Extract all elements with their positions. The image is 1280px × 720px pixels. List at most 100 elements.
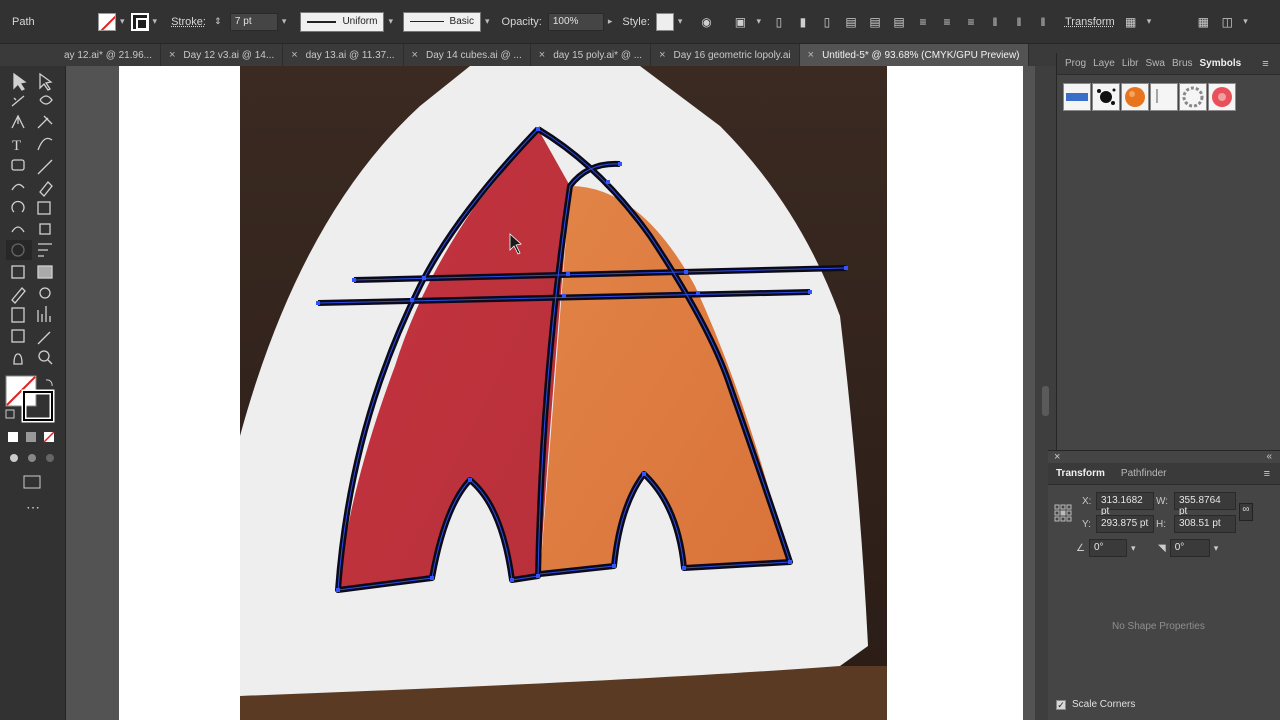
tab-label: day 13.ai @ 11.37... <box>305 49 395 61</box>
chevron-down-icon[interactable]: ▾ <box>1131 543 1136 554</box>
tab-layers[interactable]: Laye <box>1093 58 1115 69</box>
workspace-icon[interactable]: ◫ <box>1219 15 1235 29</box>
transform-link[interactable]: Transform <box>1065 16 1115 28</box>
distribute-vcenter-icon[interactable]: ≡ <box>939 15 955 29</box>
document-tab[interactable]: × Day 12 v3.ai @ 14... <box>161 44 284 66</box>
opacity-field[interactable]: 100% <box>547 12 604 31</box>
mesh-tool-icon <box>11 265 25 279</box>
symbol-cursor-text[interactable] <box>1150 83 1178 111</box>
scale-corners-checkbox[interactable]: ✓ <box>1056 699 1066 710</box>
chevron-down-icon[interactable]: ▾ <box>1214 543 1219 554</box>
isolate-icon[interactable]: ▦ <box>1123 15 1139 29</box>
rotate-tool-icon <box>11 200 25 213</box>
symbol-blue-banner[interactable] <box>1063 83 1091 111</box>
close-icon[interactable]: × <box>291 49 297 61</box>
stroke-weight-field[interactable]: 7 pt <box>229 12 278 31</box>
stroke-weight-value: 7 pt <box>234 16 252 27</box>
document-tab[interactable]: × Day 14 cubes.ai @ ... <box>404 44 531 66</box>
variable-width-profile[interactable]: Uniform <box>300 11 385 32</box>
symbol-gear-ring[interactable] <box>1179 83 1207 111</box>
tab-swatches[interactable]: Swa <box>1146 58 1165 69</box>
tab-symbols[interactable]: Symbols <box>1200 58 1242 69</box>
stroke-swatch[interactable] <box>130 12 149 31</box>
tab-brushes[interactable]: Brus <box>1172 58 1193 69</box>
w-field[interactable]: 355.8764 pt <box>1174 492 1236 517</box>
scale-corners-label: Scale Corners <box>1072 699 1136 710</box>
graphic-style-swatch[interactable] <box>655 12 674 31</box>
close-icon[interactable]: × <box>808 49 814 61</box>
document-tab[interactable]: × day 13.ai @ 11.37... <box>283 44 404 66</box>
tab-libraries[interactable]: Libr <box>1122 58 1139 69</box>
chevron-right-icon[interactable]: ▸ <box>608 16 613 27</box>
collapse-icon[interactable]: « <box>1266 451 1272 462</box>
opacity-label[interactable]: Opacity: <box>502 16 542 28</box>
distribute-right-icon[interactable]: ‖ <box>1035 15 1051 29</box>
tab-transform[interactable]: Transform <box>1056 468 1105 479</box>
chevron-down-icon[interactable]: ▾ <box>1147 16 1152 27</box>
scale-tool-icon <box>37 201 51 215</box>
shear-field[interactable]: 0° <box>1169 539 1210 557</box>
symbol-ink-splat[interactable] <box>1092 83 1120 111</box>
tab-properties[interactable]: Prog <box>1065 58 1086 69</box>
distribute-bottom-icon[interactable]: ≡ <box>963 15 979 29</box>
symbol-orange-ball[interactable] <box>1121 83 1149 111</box>
document-tab-active[interactable]: × Untitled-5* @ 93.68% (CMYK/GPU Preview) <box>799 44 1029 66</box>
stroke-label[interactable]: Stroke: <box>171 16 206 28</box>
column-graph-tool-icon <box>37 306 51 322</box>
align-hcenter-icon[interactable]: ▮ <box>795 15 811 29</box>
align-top-icon[interactable]: ▤ <box>843 15 859 29</box>
canvas[interactable] <box>66 66 1035 720</box>
align-to-icon[interactable]: ▣ <box>732 15 748 29</box>
close-icon[interactable]: × <box>412 49 418 61</box>
chevron-down-icon[interactable]: ▾ <box>678 16 683 27</box>
close-icon[interactable]: × <box>1054 451 1060 463</box>
placed-photo[interactable] <box>240 66 887 720</box>
align-vcenter-icon[interactable]: ▤ <box>867 15 883 29</box>
distribute-left-icon[interactable]: ‖ <box>987 15 1003 29</box>
chevron-down-icon[interactable]: ▾ <box>153 16 158 27</box>
distribute-hcenter-icon[interactable]: ‖ <box>1011 15 1027 29</box>
chevron-down-icon[interactable]: ▾ <box>1243 16 1248 27</box>
chevron-down-icon[interactable]: ▾ <box>485 16 490 27</box>
fill-swatch[interactable] <box>98 12 116 31</box>
chevron-down-icon[interactable]: ▾ <box>120 16 125 27</box>
y-field[interactable]: 293.875 pt <box>1096 515 1154 533</box>
document-tab[interactable]: × Day 16 geometric lopoly.ai <box>651 44 800 66</box>
panel-menu-icon[interactable]: ≡ <box>1264 468 1270 480</box>
align-bottom-icon[interactable]: ▤ <box>891 15 907 29</box>
close-icon[interactable]: × <box>169 49 175 61</box>
type-tool-icon: T <box>12 138 21 154</box>
align-left-icon[interactable]: ▯ <box>771 15 787 29</box>
h-field[interactable]: 308.51 pt <box>1174 515 1236 533</box>
pen-tool-icon <box>11 114 25 129</box>
close-icon[interactable]: × <box>539 49 545 61</box>
transform-panel-tabs: Transform Pathfinder ≡ <box>1048 463 1280 485</box>
close-icon[interactable]: × <box>659 49 665 61</box>
stepper-icon[interactable]: ⇕ <box>210 15 226 29</box>
rotate-field[interactable]: 0° <box>1088 539 1127 557</box>
chevron-down-icon[interactable]: ▾ <box>282 16 287 27</box>
gradient-tool-icon <box>37 265 53 279</box>
arrange-documents-icon[interactable]: ▦ <box>1195 15 1211 29</box>
brush-definition[interactable]: Basic <box>402 11 481 32</box>
align-right-icon[interactable]: ▯ <box>819 15 835 29</box>
symbol-flower[interactable] <box>1208 83 1236 111</box>
tab-pathfinder[interactable]: Pathfinder <box>1121 468 1167 479</box>
shear-icon: ◥ <box>1158 542 1166 554</box>
constrain-proportions-icon[interactable]: ∞ <box>1239 503 1253 521</box>
recolor-artwork-icon[interactable]: ◉ <box>698 15 714 29</box>
reference-point-icon[interactable] <box>1053 503 1073 523</box>
distribute-top-icon[interactable]: ≡ <box>915 15 931 29</box>
document-tab[interactable]: ay 12.ai* @ 21.96... <box>0 44 161 66</box>
x-value: 313.1682 pt <box>1101 495 1143 517</box>
panel-menu-icon[interactable]: ≡ <box>1262 58 1268 70</box>
document-tab[interactable]: × day 15 poly.ai* @ ... <box>531 44 652 66</box>
no-shape-properties-text: No Shape Properties <box>1112 621 1205 632</box>
chevron-down-icon[interactable]: ▾ <box>388 16 393 27</box>
screen-mode-icon <box>23 475 41 489</box>
scrollbar-thumb[interactable] <box>1042 386 1049 416</box>
transform-panel: × « Transform Pathfinder ≡ X: 313.1682 p… <box>1048 450 1280 720</box>
x-field[interactable]: 313.1682 pt <box>1096 492 1154 517</box>
scale-corners-option[interactable]: ✓ Scale Corners <box>1056 699 1135 710</box>
chevron-down-icon[interactable]: ▾ <box>756 16 761 27</box>
